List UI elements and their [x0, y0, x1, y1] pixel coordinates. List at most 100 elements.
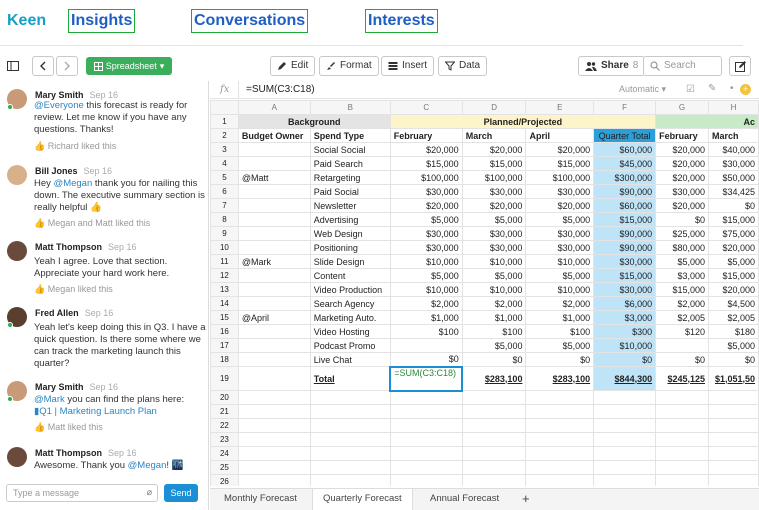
avatar[interactable]: [7, 165, 27, 185]
value-cell[interactable]: $30,000: [461, 184, 527, 199]
cell[interactable]: [461, 418, 527, 433]
value-cell[interactable]: $5,000: [525, 268, 595, 283]
value-cell[interactable]: $5,000: [655, 254, 709, 269]
column-header[interactable]: E: [525, 100, 595, 115]
spend-type-cell[interactable]: Marketing Auto.: [309, 310, 391, 325]
cell[interactable]: [237, 474, 311, 486]
cell[interactable]: Total: [309, 366, 391, 391]
row-header[interactable]: 13: [210, 282, 239, 297]
value-cell[interactable]: $30,000: [461, 240, 527, 255]
value-cell[interactable]: $2,000: [461, 296, 527, 311]
value-cell[interactable]: $0: [525, 352, 595, 367]
row-header[interactable]: 22: [210, 418, 239, 433]
value-cell[interactable]: $2,000: [525, 296, 595, 311]
value-cell[interactable]: $3,000: [593, 310, 657, 325]
spend-type-cell[interactable]: Advertising: [309, 212, 391, 227]
cell[interactable]: [237, 460, 311, 475]
cell[interactable]: [309, 460, 391, 475]
column-header[interactable]: D: [461, 100, 527, 115]
forward-button[interactable]: [56, 56, 78, 76]
cell[interactable]: [389, 460, 463, 475]
cell[interactable]: [461, 404, 527, 419]
value-cell[interactable]: $100: [389, 324, 463, 339]
budget-owner-cell[interactable]: [237, 184, 311, 199]
cell[interactable]: [309, 474, 391, 486]
value-cell[interactable]: $30,000: [593, 282, 657, 297]
value-cell[interactable]: $300,000: [593, 170, 657, 185]
row-header[interactable]: 4: [210, 156, 239, 171]
budget-owner-cell[interactable]: [237, 156, 311, 171]
value-cell[interactable]: $20,000: [389, 198, 463, 213]
value-cell[interactable]: $15,000: [707, 268, 759, 283]
cell[interactable]: [593, 418, 657, 433]
cell[interactable]: [593, 460, 657, 475]
cell[interactable]: $844,300: [593, 366, 657, 391]
cell[interactable]: [389, 418, 463, 433]
row-header[interactable]: 10: [210, 240, 239, 255]
cell[interactable]: [237, 390, 311, 405]
value-cell[interactable]: $120: [655, 324, 709, 339]
value-cell[interactable]: $30,000: [389, 226, 463, 241]
value-cell[interactable]: $30,000: [525, 240, 595, 255]
cell[interactable]: [525, 390, 595, 405]
cell[interactable]: [655, 446, 709, 461]
cell[interactable]: [389, 446, 463, 461]
budget-owner-cell[interactable]: [237, 338, 311, 353]
nav-interests[interactable]: Interests: [365, 9, 438, 33]
value-cell[interactable]: $15,000: [707, 212, 759, 227]
value-cell[interactable]: $20,000: [389, 142, 463, 157]
cell[interactable]: Budget Owner: [237, 128, 311, 143]
spend-type-cell[interactable]: Slide Design: [309, 254, 391, 269]
spend-type-cell[interactable]: Video Hosting: [309, 324, 391, 339]
cell[interactable]: [525, 460, 595, 475]
cell[interactable]: March: [461, 128, 527, 143]
message-likes[interactable]: 👍 Megan liked this: [34, 284, 113, 295]
cell[interactable]: [525, 404, 595, 419]
value-cell[interactable]: $40,000: [707, 142, 759, 157]
message-likes[interactable]: 👍 Matt liked this: [34, 422, 103, 433]
value-cell[interactable]: $3,000: [655, 268, 709, 283]
avatar[interactable]: [7, 447, 27, 467]
cell[interactable]: [655, 390, 709, 405]
value-cell[interactable]: $20,000: [655, 142, 709, 157]
row-header[interactable]: 20: [210, 390, 239, 405]
value-cell[interactable]: $30,000: [707, 156, 759, 171]
row-header[interactable]: 8: [210, 212, 239, 227]
row-header[interactable]: 26: [210, 474, 239, 486]
value-cell[interactable]: $100,000: [389, 170, 463, 185]
value-cell[interactable]: $300: [593, 324, 657, 339]
value-cell[interactable]: $90,000: [593, 184, 657, 199]
attachment-icon[interactable]: ⌀: [147, 487, 152, 498]
cell[interactable]: [389, 404, 463, 419]
cell[interactable]: [707, 432, 759, 447]
value-cell[interactable]: $10,000: [461, 282, 527, 297]
cell[interactable]: [461, 390, 527, 405]
value-cell[interactable]: $90,000: [593, 226, 657, 241]
value-cell[interactable]: $20,000: [707, 282, 759, 297]
spend-type-cell[interactable]: Podcast Promo: [309, 338, 391, 353]
cell[interactable]: [237, 366, 311, 391]
value-cell[interactable]: [655, 338, 709, 353]
row-header[interactable]: 7: [210, 198, 239, 213]
column-header[interactable]: B: [309, 100, 391, 115]
value-cell[interactable]: $0: [655, 352, 709, 367]
spend-type-cell[interactable]: Live Chat: [309, 352, 391, 367]
value-cell[interactable]: $0: [461, 352, 527, 367]
value-cell[interactable]: $5,000: [525, 338, 595, 353]
cell[interactable]: [707, 446, 759, 461]
checkbox-icon[interactable]: ☑: [686, 84, 695, 95]
budget-owner-cell[interactable]: @April: [237, 310, 311, 325]
value-cell[interactable]: $2,000: [389, 296, 463, 311]
cell[interactable]: [593, 446, 657, 461]
value-cell[interactable]: $80,000: [655, 240, 709, 255]
cell[interactable]: [309, 404, 391, 419]
value-cell[interactable]: $6,000: [593, 296, 657, 311]
cell[interactable]: Spend Type: [309, 128, 391, 143]
message-input[interactable]: Type a message ⌀: [6, 484, 158, 502]
cell[interactable]: [707, 390, 759, 405]
value-cell[interactable]: $1,000: [389, 310, 463, 325]
value-cell[interactable]: $0: [707, 352, 759, 367]
cell[interactable]: [707, 404, 759, 419]
share-button[interactable]: Share 8: [578, 56, 646, 76]
more-icon[interactable]: •: [730, 83, 734, 94]
